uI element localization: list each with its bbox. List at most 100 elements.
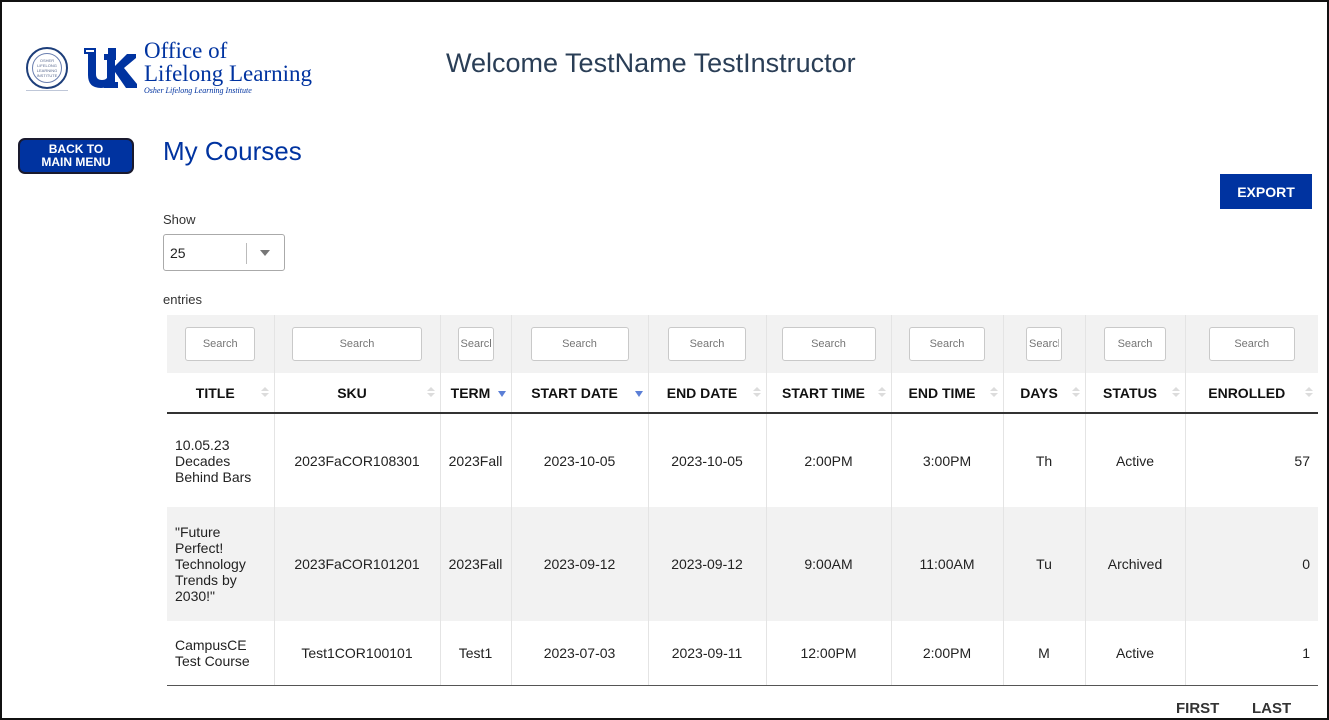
search-cell bbox=[890, 315, 1003, 373]
logo-line-3: Osher Lifelong Learning Institute bbox=[144, 86, 252, 95]
cell-sku: Test1COR100101 bbox=[273, 621, 440, 686]
show-label: Show bbox=[163, 212, 196, 227]
export-button[interactable]: EXPORT bbox=[1220, 174, 1312, 209]
cell-end-date: 2023-09-12 bbox=[647, 507, 766, 621]
welcome-heading: Welcome TestName TestInstructor bbox=[446, 48, 856, 78]
cell-days: Tu bbox=[1002, 507, 1085, 621]
column-header-end-date[interactable]: END DATE bbox=[647, 373, 766, 414]
search-term-input[interactable] bbox=[457, 327, 494, 361]
cell-end-time: 11:00AM bbox=[890, 507, 1003, 621]
search-days-input[interactable] bbox=[1026, 327, 1062, 361]
page-frame: OSHER LIFELONG LEARNING INSTITUTE Office… bbox=[0, 0, 1329, 720]
column-header-title[interactable]: TITLE bbox=[167, 373, 274, 414]
column-header-label: SKU bbox=[337, 384, 367, 401]
cell-start-time: 12:00PM bbox=[765, 621, 891, 686]
search-cell bbox=[647, 315, 766, 373]
cell-enrolled: 57 bbox=[1184, 413, 1318, 507]
column-header-enrolled[interactable]: ENROLLED bbox=[1184, 373, 1318, 414]
seal-text: OSHER LIFELONG LEARNING INSTITUTE bbox=[32, 52, 62, 83]
column-header-label: ENROLLED bbox=[1208, 384, 1286, 401]
cell-sku: 2023FaCOR101201 bbox=[273, 507, 440, 621]
search-status-input[interactable] bbox=[1104, 327, 1166, 361]
sort-icon bbox=[752, 387, 761, 399]
last-page-link[interactable]: LAST bbox=[1252, 700, 1291, 717]
column-header-start-time[interactable]: START TIME bbox=[765, 373, 891, 414]
cell-days: M bbox=[1002, 621, 1085, 686]
logo-line-1: Office of bbox=[144, 38, 228, 63]
sort-icon bbox=[1171, 387, 1180, 399]
sort-icon bbox=[1071, 387, 1080, 399]
search-enrolled-input[interactable] bbox=[1208, 327, 1295, 361]
column-search-row bbox=[167, 315, 1318, 373]
sort-icon bbox=[989, 387, 998, 399]
cell-enrolled: 0 bbox=[1184, 507, 1318, 621]
courses-table-wrap: TITLE SKU TERM START DATE END DATE START… bbox=[167, 315, 1318, 686]
cell-end-date: 2023-10-05 bbox=[647, 413, 766, 507]
sort-icon bbox=[1305, 387, 1313, 399]
search-end-time-input[interactable] bbox=[909, 327, 985, 361]
cell-enrolled: 1 bbox=[1184, 621, 1318, 686]
search-end-date-input[interactable] bbox=[668, 327, 746, 361]
search-start-date-input[interactable] bbox=[530, 327, 629, 361]
cell-end-time: 2:00PM bbox=[890, 621, 1003, 686]
cell-term: 2023Fall bbox=[439, 413, 511, 507]
cell-title: CampusCE Test Course bbox=[167, 621, 274, 686]
table-row[interactable]: 10.05.23 Decades Behind Bars 2023FaCOR10… bbox=[167, 413, 1318, 507]
cell-start-date: 2023-09-12 bbox=[510, 507, 648, 621]
logo-divider bbox=[26, 90, 68, 91]
back-to-main-menu-button[interactable]: BACK TO MAIN MENU bbox=[18, 138, 134, 174]
column-header-end-time[interactable]: END TIME bbox=[890, 373, 1003, 414]
sort-icon bbox=[426, 387, 435, 399]
cell-status: Active bbox=[1084, 621, 1185, 686]
search-cell bbox=[765, 315, 891, 373]
cell-days: Th bbox=[1002, 413, 1085, 507]
table-row[interactable]: "Future Perfect! Technology Trends by 20… bbox=[167, 507, 1318, 621]
sort-icon bbox=[877, 387, 886, 399]
column-header-label: END TIME bbox=[908, 384, 976, 401]
back-button-line-2: MAIN MENU bbox=[41, 155, 111, 169]
column-header-label: TITLE bbox=[195, 384, 235, 401]
sort-descending-icon bbox=[497, 391, 506, 403]
logo-line-2: Lifelong Learning bbox=[144, 61, 312, 86]
cell-start-time: 9:00AM bbox=[765, 507, 891, 621]
search-start-time-input[interactable] bbox=[781, 327, 876, 361]
column-header-start-date[interactable]: START DATE bbox=[510, 373, 648, 414]
entries-label: entries bbox=[163, 292, 203, 307]
cell-term: 2023Fall bbox=[439, 507, 511, 621]
olli-seal-icon: OSHER LIFELONG LEARNING INSTITUTE bbox=[26, 46, 68, 89]
entries-per-page-value: 25 bbox=[170, 245, 186, 261]
cell-start-time: 2:00PM bbox=[765, 413, 891, 507]
cell-status: Archived bbox=[1084, 507, 1185, 621]
search-cell bbox=[510, 315, 648, 373]
sort-descending-icon bbox=[634, 391, 643, 403]
column-header-label: STATUS bbox=[1103, 384, 1157, 401]
column-header-label: START DATE bbox=[531, 384, 618, 401]
search-sku-input[interactable] bbox=[292, 327, 422, 361]
courses-table: TITLE SKU TERM START DATE END DATE START… bbox=[167, 315, 1318, 686]
first-page-link[interactable]: FIRST bbox=[1176, 700, 1219, 717]
search-cell bbox=[1002, 315, 1085, 373]
search-cell bbox=[273, 315, 440, 373]
cell-term: Test1 bbox=[439, 621, 511, 686]
column-header-row: TITLE SKU TERM START DATE END DATE START… bbox=[167, 373, 1318, 414]
logo[interactable]: OSHER LIFELONG LEARNING INSTITUTE Office… bbox=[26, 38, 312, 95]
column-header-label: START TIME bbox=[782, 384, 865, 401]
search-title-input[interactable] bbox=[185, 327, 256, 361]
cell-sku: 2023FaCOR108301 bbox=[273, 413, 440, 507]
cell-start-date: 2023-07-03 bbox=[510, 621, 648, 686]
cell-end-date: 2023-09-11 bbox=[647, 621, 766, 686]
cell-end-time: 3:00PM bbox=[890, 413, 1003, 507]
column-header-days[interactable]: DAYS bbox=[1002, 373, 1085, 414]
search-cell bbox=[1184, 315, 1318, 373]
column-header-sku[interactable]: SKU bbox=[273, 373, 440, 414]
entries-per-page-select[interactable]: 25 bbox=[163, 234, 285, 271]
column-header-term[interactable]: TERM bbox=[439, 373, 511, 414]
table-row[interactable]: CampusCE Test Course Test1COR100101 Test… bbox=[167, 621, 1318, 686]
cell-title: "Future Perfect! Technology Trends by 20… bbox=[167, 507, 274, 621]
cell-status: Active bbox=[1084, 413, 1185, 507]
column-header-status[interactable]: STATUS bbox=[1084, 373, 1185, 414]
search-cell bbox=[439, 315, 511, 373]
column-header-label: TERM bbox=[450, 384, 491, 401]
column-header-label: END DATE bbox=[666, 384, 738, 401]
uk-logo-icon bbox=[82, 46, 138, 90]
